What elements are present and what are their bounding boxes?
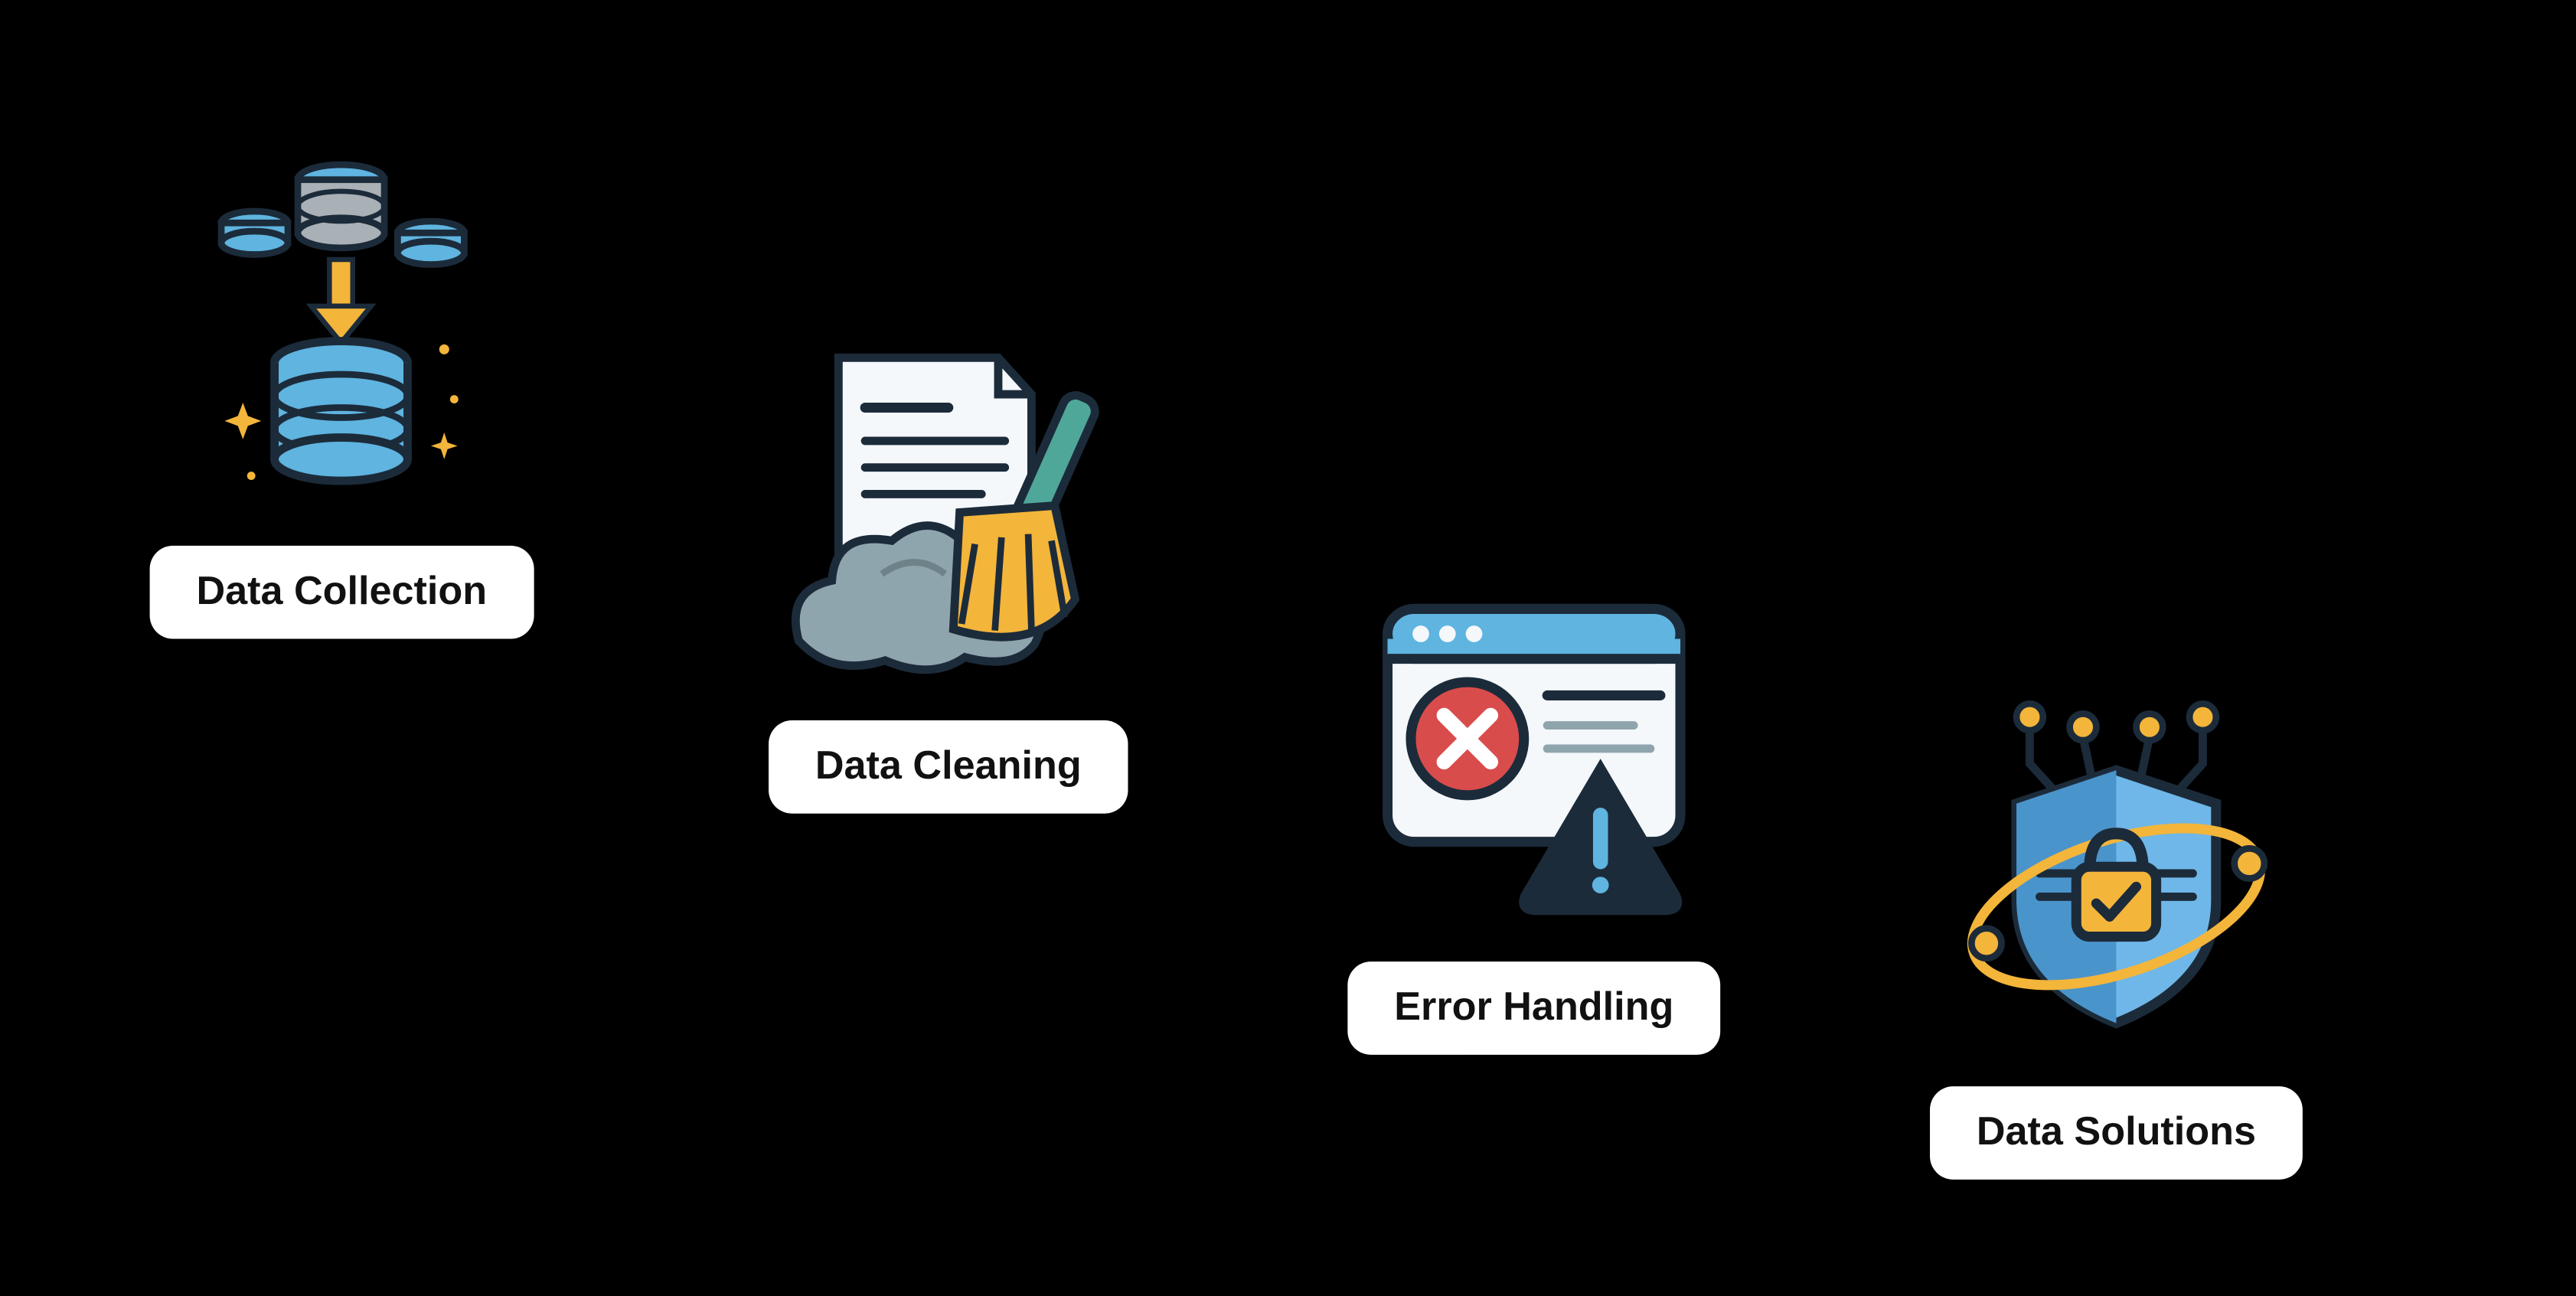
step-data-cleaning: Data Cleaning	[766, 325, 1131, 814]
step-label: Data Solutions	[1930, 1086, 2303, 1180]
step-error-handling: Error Handling	[1347, 566, 1720, 1055]
step-data-solutions: Data Solutions	[1930, 690, 2303, 1180]
data-cleaning-icon	[766, 325, 1131, 690]
data-solutions-icon	[1933, 690, 2299, 1056]
diagram-stage: Data Collection	[0, 0, 2575, 1296]
step-data-collection: Data Collection	[150, 150, 534, 639]
step-label: Error Handling	[1347, 961, 1720, 1055]
step-label: Data Collection	[150, 546, 534, 639]
error-handling-icon	[1351, 566, 1717, 932]
step-label: Data Cleaning	[769, 720, 1128, 814]
data-collection-icon	[158, 150, 524, 516]
